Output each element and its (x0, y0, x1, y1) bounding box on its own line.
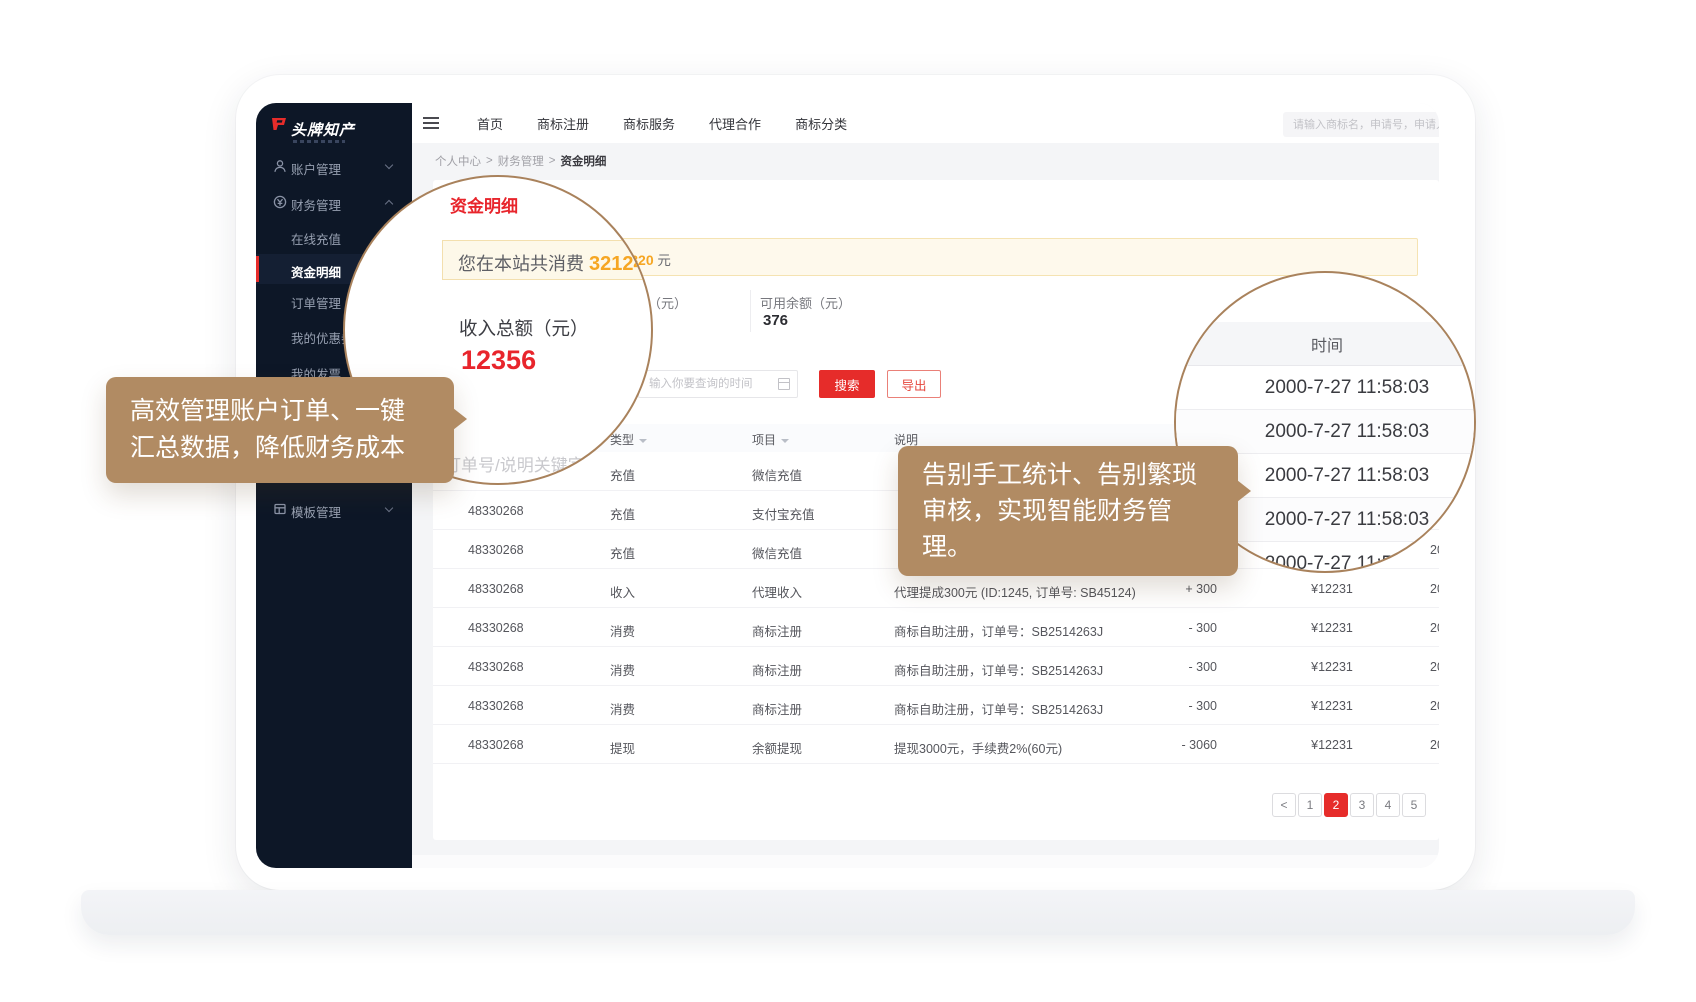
calendar-icon[interactable] (778, 378, 790, 390)
caret-down-icon (781, 439, 789, 443)
nav-item-trademark-category[interactable]: 商标分类 (795, 114, 847, 133)
callout-line: 汇总数据，降低财务成本 (130, 430, 430, 467)
magnified-income-label: 收入总额（元） (459, 315, 589, 341)
callout-line: 告别手工统计、告别繁琐 (922, 457, 1214, 493)
callout-line: 审核，实现智能财务管 (922, 493, 1214, 529)
callout-arrow-right-icon (1237, 480, 1251, 502)
stat-divider (750, 290, 751, 332)
sidebar-item-label: 模板管理 (291, 502, 341, 521)
header-type[interactable]: 类型 (610, 431, 647, 448)
breadcrumb: 个人中心 > 财务管理 > 资金明细 (435, 151, 606, 171)
nav-item-trademark-register[interactable]: 商标注册 (537, 114, 589, 133)
person-icon (273, 159, 287, 173)
breadcrumb-part[interactable]: 个人中心 (435, 153, 481, 169)
finance-icon (273, 195, 287, 209)
breadcrumb-part[interactable]: 财务管理 (498, 153, 544, 169)
magnified-time-row: 2000-7-27 11:58:03 (1176, 366, 1476, 410)
pagination-page-1[interactable]: 1 (1298, 793, 1322, 817)
caret-down-icon (639, 439, 647, 443)
nav-item-home[interactable]: 首页 (477, 114, 503, 133)
header-project[interactable]: 项目 (752, 431, 789, 448)
magnified-keyword-placeholder: 订单号/说明关键字 (444, 451, 585, 476)
magnified-time-header: 时间 (1176, 322, 1476, 366)
nav-item-agent-cooperation[interactable]: 代理合作 (709, 114, 761, 133)
magnified-tab-label: 资金明细 (450, 192, 518, 217)
chevron-down-icon (385, 504, 393, 512)
table-row: 48330268消费商标注册商标自助注册，订单号：SB2514263J- 300… (433, 686, 1439, 725)
magnified-income-value: 12356 (461, 345, 536, 376)
hamburger-icon[interactable] (423, 117, 439, 119)
nav-item-trademark-service[interactable]: 商标服务 (623, 114, 675, 133)
callout-left: 高效管理账户订单、一键 汇总数据，降低财务成本 (106, 377, 454, 483)
search-button[interactable]: 搜索 (819, 370, 875, 398)
pagination-prev[interactable]: < (1272, 793, 1296, 817)
laptop-base (81, 890, 1635, 935)
stage: 头牌知产 账户管理 财务管理 在线充值 资金明细 (0, 0, 1696, 1002)
table-row: 48330268消费商标注册商标自助注册，订单号：SB2514263J- 300… (433, 608, 1439, 647)
template-icon (273, 502, 287, 516)
table-row: 48330268提现余额提现提现3000元，手续费2%(60元)- 3060¥1… (433, 725, 1439, 764)
callout-arrow-right-icon (453, 408, 467, 430)
sidebar: 头牌知产 账户管理 财务管理 在线充值 资金明细 (256, 103, 412, 868)
pagination-page-3[interactable]: 3 (1350, 793, 1374, 817)
sidebar-item-templates[interactable]: 模板管理 (256, 494, 412, 524)
pagination-page-2-active[interactable]: 2 (1324, 793, 1348, 817)
magnified-banner-text: 您在本站共消费 32124 元 (458, 250, 653, 276)
top-nav: 首页 商标注册 商标服务 代理合作 商标分类 (477, 103, 847, 143)
table-row: 48330268消费商标注册商标自助注册，订单号：SB2514263J- 300… (433, 647, 1439, 686)
callout-line: 理。 (922, 529, 1214, 565)
pagination-page-5[interactable]: 5 (1402, 793, 1426, 817)
export-button[interactable]: 导出 (887, 370, 941, 398)
chevron-down-icon (385, 161, 393, 169)
logo-icon (269, 116, 289, 137)
sidebar-item-label: 账户管理 (291, 159, 341, 178)
sidebar-item-finance[interactable]: 财务管理 (256, 187, 412, 217)
sidebar-item-account[interactable]: 账户管理 (256, 151, 412, 181)
logo-tagline (293, 140, 345, 143)
sidebar-item-label: 财务管理 (291, 195, 341, 214)
breadcrumb-current: 资金明细 (560, 153, 606, 169)
balance-label: 可用余额（元） (760, 293, 851, 312)
trademark-search-input[interactable] (1283, 112, 1439, 137)
date-input[interactable] (638, 370, 798, 398)
logo-text: 头牌知产 (291, 119, 355, 140)
callout-line: 高效管理账户订单、一键 (130, 393, 430, 430)
callout-right: 告别手工统计、告别繁琐 审核，实现智能财务管 理。 (898, 446, 1238, 576)
pagination-page-4[interactable]: 4 (1376, 793, 1400, 817)
chevron-up-icon (385, 200, 393, 208)
balance-value: 376 (763, 312, 788, 329)
footer-strip (412, 855, 1439, 868)
pagination: < 1 2 3 4 5 (1272, 793, 1426, 817)
